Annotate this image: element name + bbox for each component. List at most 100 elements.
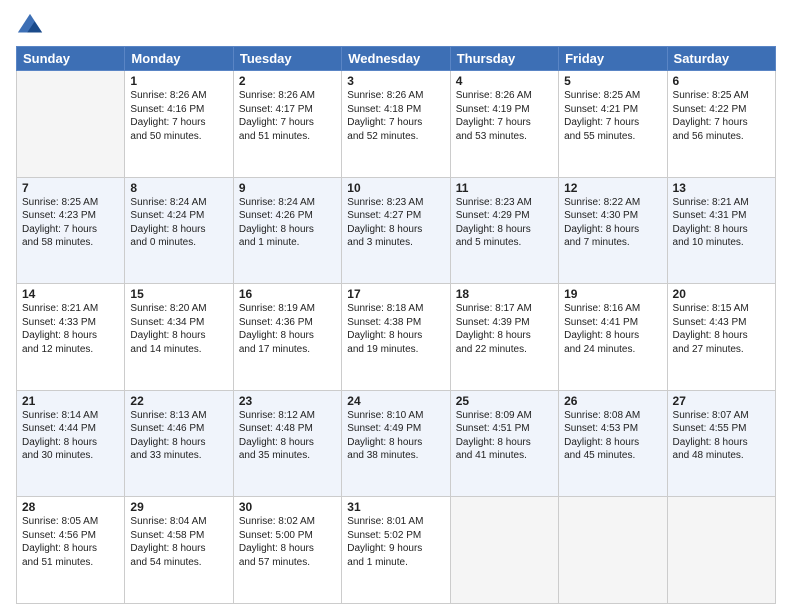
day-info: Sunrise: 8:02 AM Sunset: 5:00 PM Dayligh… (239, 515, 336, 569)
calendar-cell (450, 497, 558, 604)
calendar-cell (17, 71, 125, 178)
column-header-monday: Monday (125, 47, 233, 71)
day-info: Sunrise: 8:10 AM Sunset: 4:49 PM Dayligh… (347, 409, 444, 463)
day-number: 25 (456, 394, 553, 408)
calendar-cell: 28Sunrise: 8:05 AM Sunset: 4:56 PM Dayli… (17, 497, 125, 604)
day-number: 4 (456, 74, 553, 88)
calendar-table: SundayMondayTuesdayWednesdayThursdayFrid… (16, 46, 776, 604)
calendar-week-row: 28Sunrise: 8:05 AM Sunset: 4:56 PM Dayli… (17, 497, 776, 604)
calendar-cell: 13Sunrise: 8:21 AM Sunset: 4:31 PM Dayli… (667, 177, 775, 284)
calendar-cell: 30Sunrise: 8:02 AM Sunset: 5:00 PM Dayli… (233, 497, 341, 604)
column-header-wednesday: Wednesday (342, 47, 450, 71)
calendar-cell (559, 497, 667, 604)
calendar-cell: 27Sunrise: 8:07 AM Sunset: 4:55 PM Dayli… (667, 390, 775, 497)
day-info: Sunrise: 8:18 AM Sunset: 4:38 PM Dayligh… (347, 302, 444, 356)
calendar-cell: 2Sunrise: 8:26 AM Sunset: 4:17 PM Daylig… (233, 71, 341, 178)
day-number: 11 (456, 181, 553, 195)
calendar-cell: 9Sunrise: 8:24 AM Sunset: 4:26 PM Daylig… (233, 177, 341, 284)
column-header-thursday: Thursday (450, 47, 558, 71)
day-number: 29 (130, 500, 227, 514)
day-info: Sunrise: 8:26 AM Sunset: 4:16 PM Dayligh… (130, 89, 227, 143)
calendar-cell: 31Sunrise: 8:01 AM Sunset: 5:02 PM Dayli… (342, 497, 450, 604)
calendar-cell: 10Sunrise: 8:23 AM Sunset: 4:27 PM Dayli… (342, 177, 450, 284)
day-number: 22 (130, 394, 227, 408)
day-number: 2 (239, 74, 336, 88)
day-number: 19 (564, 287, 661, 301)
calendar-cell: 19Sunrise: 8:16 AM Sunset: 4:41 PM Dayli… (559, 284, 667, 391)
day-info: Sunrise: 8:12 AM Sunset: 4:48 PM Dayligh… (239, 409, 336, 463)
calendar-cell: 25Sunrise: 8:09 AM Sunset: 4:51 PM Dayli… (450, 390, 558, 497)
day-number: 20 (673, 287, 770, 301)
day-number: 23 (239, 394, 336, 408)
day-info: Sunrise: 8:01 AM Sunset: 5:02 PM Dayligh… (347, 515, 444, 569)
calendar-cell: 15Sunrise: 8:20 AM Sunset: 4:34 PM Dayli… (125, 284, 233, 391)
calendar-cell: 14Sunrise: 8:21 AM Sunset: 4:33 PM Dayli… (17, 284, 125, 391)
day-number: 6 (673, 74, 770, 88)
day-number: 30 (239, 500, 336, 514)
day-number: 18 (456, 287, 553, 301)
calendar-cell: 18Sunrise: 8:17 AM Sunset: 4:39 PM Dayli… (450, 284, 558, 391)
day-number: 28 (22, 500, 119, 514)
day-number: 13 (673, 181, 770, 195)
calendar-cell: 26Sunrise: 8:08 AM Sunset: 4:53 PM Dayli… (559, 390, 667, 497)
day-number: 16 (239, 287, 336, 301)
day-info: Sunrise: 8:26 AM Sunset: 4:18 PM Dayligh… (347, 89, 444, 143)
day-info: Sunrise: 8:26 AM Sunset: 4:19 PM Dayligh… (456, 89, 553, 143)
calendar-cell: 17Sunrise: 8:18 AM Sunset: 4:38 PM Dayli… (342, 284, 450, 391)
calendar-cell: 20Sunrise: 8:15 AM Sunset: 4:43 PM Dayli… (667, 284, 775, 391)
day-info: Sunrise: 8:23 AM Sunset: 4:27 PM Dayligh… (347, 196, 444, 250)
day-number: 31 (347, 500, 444, 514)
calendar-cell: 4Sunrise: 8:26 AM Sunset: 4:19 PM Daylig… (450, 71, 558, 178)
day-info: Sunrise: 8:05 AM Sunset: 4:56 PM Dayligh… (22, 515, 119, 569)
day-info: Sunrise: 8:24 AM Sunset: 4:24 PM Dayligh… (130, 196, 227, 250)
day-info: Sunrise: 8:13 AM Sunset: 4:46 PM Dayligh… (130, 409, 227, 463)
calendar-week-row: 21Sunrise: 8:14 AM Sunset: 4:44 PM Dayli… (17, 390, 776, 497)
calendar-cell: 21Sunrise: 8:14 AM Sunset: 4:44 PM Dayli… (17, 390, 125, 497)
day-info: Sunrise: 8:04 AM Sunset: 4:58 PM Dayligh… (130, 515, 227, 569)
calendar-week-row: 7Sunrise: 8:25 AM Sunset: 4:23 PM Daylig… (17, 177, 776, 284)
day-number: 14 (22, 287, 119, 301)
day-info: Sunrise: 8:20 AM Sunset: 4:34 PM Dayligh… (130, 302, 227, 356)
calendar-cell: 12Sunrise: 8:22 AM Sunset: 4:30 PM Dayli… (559, 177, 667, 284)
calendar-week-row: 1Sunrise: 8:26 AM Sunset: 4:16 PM Daylig… (17, 71, 776, 178)
day-number: 1 (130, 74, 227, 88)
calendar-cell: 6Sunrise: 8:25 AM Sunset: 4:22 PM Daylig… (667, 71, 775, 178)
calendar-cell (667, 497, 775, 604)
day-number: 7 (22, 181, 119, 195)
day-info: Sunrise: 8:15 AM Sunset: 4:43 PM Dayligh… (673, 302, 770, 356)
calendar-cell: 5Sunrise: 8:25 AM Sunset: 4:21 PM Daylig… (559, 71, 667, 178)
day-info: Sunrise: 8:08 AM Sunset: 4:53 PM Dayligh… (564, 409, 661, 463)
day-number: 10 (347, 181, 444, 195)
column-header-sunday: Sunday (17, 47, 125, 71)
day-info: Sunrise: 8:26 AM Sunset: 4:17 PM Dayligh… (239, 89, 336, 143)
day-number: 8 (130, 181, 227, 195)
day-info: Sunrise: 8:21 AM Sunset: 4:31 PM Dayligh… (673, 196, 770, 250)
day-info: Sunrise: 8:25 AM Sunset: 4:21 PM Dayligh… (564, 89, 661, 143)
column-header-friday: Friday (559, 47, 667, 71)
day-number: 3 (347, 74, 444, 88)
day-info: Sunrise: 8:25 AM Sunset: 4:23 PM Dayligh… (22, 196, 119, 250)
day-info: Sunrise: 8:09 AM Sunset: 4:51 PM Dayligh… (456, 409, 553, 463)
day-number: 9 (239, 181, 336, 195)
calendar-cell: 1Sunrise: 8:26 AM Sunset: 4:16 PM Daylig… (125, 71, 233, 178)
day-number: 12 (564, 181, 661, 195)
calendar-header-row: SundayMondayTuesdayWednesdayThursdayFrid… (17, 47, 776, 71)
calendar-cell: 3Sunrise: 8:26 AM Sunset: 4:18 PM Daylig… (342, 71, 450, 178)
day-info: Sunrise: 8:14 AM Sunset: 4:44 PM Dayligh… (22, 409, 119, 463)
day-number: 26 (564, 394, 661, 408)
calendar-cell: 29Sunrise: 8:04 AM Sunset: 4:58 PM Dayli… (125, 497, 233, 604)
day-number: 27 (673, 394, 770, 408)
day-number: 5 (564, 74, 661, 88)
day-info: Sunrise: 8:25 AM Sunset: 4:22 PM Dayligh… (673, 89, 770, 143)
day-info: Sunrise: 8:23 AM Sunset: 4:29 PM Dayligh… (456, 196, 553, 250)
calendar-cell: 11Sunrise: 8:23 AM Sunset: 4:29 PM Dayli… (450, 177, 558, 284)
calendar-cell: 24Sunrise: 8:10 AM Sunset: 4:49 PM Dayli… (342, 390, 450, 497)
calendar-cell: 23Sunrise: 8:12 AM Sunset: 4:48 PM Dayli… (233, 390, 341, 497)
column-header-tuesday: Tuesday (233, 47, 341, 71)
calendar-cell: 16Sunrise: 8:19 AM Sunset: 4:36 PM Dayli… (233, 284, 341, 391)
day-info: Sunrise: 8:19 AM Sunset: 4:36 PM Dayligh… (239, 302, 336, 356)
logo (16, 12, 48, 40)
logo-icon (16, 12, 44, 40)
day-number: 24 (347, 394, 444, 408)
calendar-cell: 7Sunrise: 8:25 AM Sunset: 4:23 PM Daylig… (17, 177, 125, 284)
